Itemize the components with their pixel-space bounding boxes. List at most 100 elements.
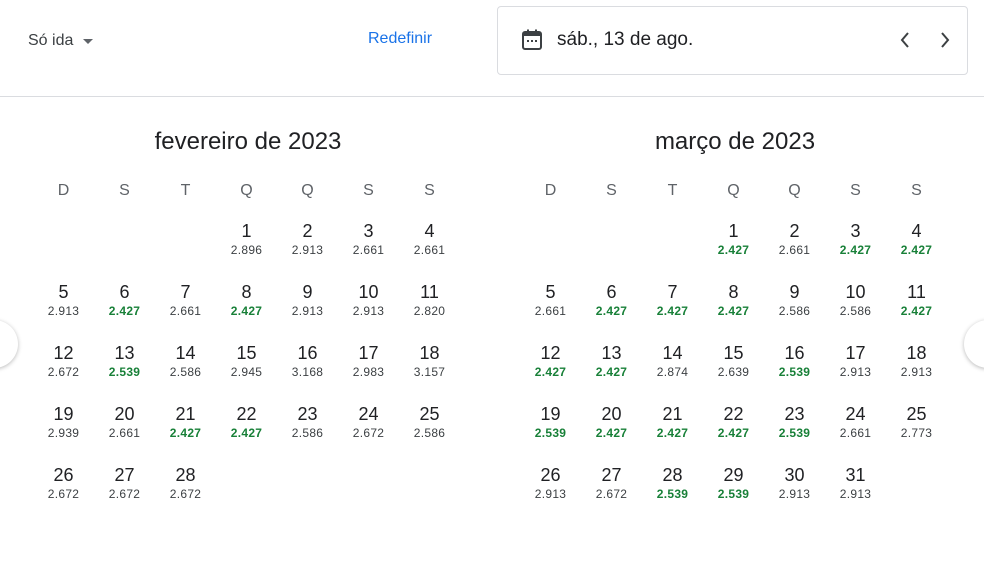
day-cell[interactable]: 28 2.539: [642, 462, 703, 523]
day-cell[interactable]: 1 2.427: [703, 218, 764, 279]
departure-date-field[interactable]: sáb., 13 de ago.: [497, 6, 968, 75]
day-number: 20: [601, 404, 622, 424]
day-price: 2.913: [352, 304, 385, 318]
day-cell[interactable]: 19 2.939: [33, 401, 94, 462]
day-cell[interactable]: 25 2.586: [399, 401, 460, 462]
day-cell[interactable]: 8 2.427: [216, 279, 277, 340]
day-number: 9: [302, 282, 313, 302]
day-price: 3.168: [291, 365, 324, 379]
day-cell[interactable]: 31 2.913: [825, 462, 886, 523]
day-cell[interactable]: 1 2.896: [216, 218, 277, 279]
next-date-button[interactable]: [931, 26, 959, 54]
day-price: 2.661: [534, 304, 567, 318]
day-cell[interactable]: 19 2.539: [520, 401, 581, 462]
day-cell[interactable]: 27 2.672: [581, 462, 642, 523]
day-cell[interactable]: 30 2.913: [764, 462, 825, 523]
day-cell[interactable]: 2 2.913: [277, 218, 338, 279]
previous-months-button[interactable]: [0, 320, 18, 368]
day-cell[interactable]: 13 2.427: [581, 340, 642, 401]
day-price: 2.427: [717, 304, 750, 318]
next-months-button[interactable]: [964, 320, 984, 368]
day-cell[interactable]: 6 2.427: [94, 279, 155, 340]
day-cell[interactable]: 28 2.672: [155, 462, 216, 523]
empty-cell: [94, 218, 155, 279]
weekday-label: D: [57, 182, 70, 199]
day-cell[interactable]: 16 3.168: [277, 340, 338, 401]
day-cell[interactable]: 11 2.820: [399, 279, 460, 340]
day-cell[interactable]: 20 2.427: [581, 401, 642, 462]
day-number: 30: [784, 465, 805, 485]
day-cell[interactable]: 17 2.913: [825, 340, 886, 401]
day-number: 19: [53, 404, 74, 424]
day-cell[interactable]: 9 2.913: [277, 279, 338, 340]
day-number: 12: [540, 343, 561, 363]
day-cell[interactable]: 29 2.539: [703, 462, 764, 523]
day-cell[interactable]: 18 2.913: [886, 340, 947, 401]
day-cell[interactable]: 18 3.157: [399, 340, 460, 401]
day-cell[interactable]: 21 2.427: [642, 401, 703, 462]
day-cell[interactable]: 26 2.913: [520, 462, 581, 523]
day-cell[interactable]: 11 2.427: [886, 279, 947, 340]
day-cell[interactable]: 7 2.427: [642, 279, 703, 340]
day-cell[interactable]: 4 2.661: [399, 218, 460, 279]
day-price: 2.586: [778, 304, 811, 318]
day-cell[interactable]: 23 2.586: [277, 401, 338, 462]
day-price: 2.820: [413, 304, 446, 318]
reset-button[interactable]: Redefinir: [368, 30, 432, 48]
day-number: 16: [297, 343, 318, 363]
day-cell[interactable]: 23 2.539: [764, 401, 825, 462]
trip-type-label: Só ida: [28, 32, 74, 49]
day-cell[interactable]: 3 2.661: [338, 218, 399, 279]
day-number: 28: [175, 465, 196, 485]
day-price: 2.586: [169, 365, 202, 379]
day-price: 2.913: [534, 487, 567, 501]
calendar-header: Só ida Redefinir sáb., 13 de ago.: [0, 0, 984, 97]
day-cell[interactable]: 5 2.913: [33, 279, 94, 340]
day-cell[interactable]: 13 2.539: [94, 340, 155, 401]
day-cell[interactable]: 14 2.586: [155, 340, 216, 401]
day-cell[interactable]: 8 2.427: [703, 279, 764, 340]
day-cell[interactable]: 17 2.983: [338, 340, 399, 401]
day-cell[interactable]: 20 2.661: [94, 401, 155, 462]
day-cell[interactable]: 14 2.874: [642, 340, 703, 401]
day-number: 8: [241, 282, 252, 302]
day-cell[interactable]: 7 2.661: [155, 279, 216, 340]
day-cell[interactable]: 4 2.427: [886, 218, 947, 279]
day-cell[interactable]: 10 2.586: [825, 279, 886, 340]
day-cell[interactable]: 26 2.672: [33, 462, 94, 523]
day-cell[interactable]: 2 2.661: [764, 218, 825, 279]
day-cell[interactable]: 25 2.773: [886, 401, 947, 462]
previous-date-button[interactable]: [891, 26, 919, 54]
day-cell[interactable]: 3 2.427: [825, 218, 886, 279]
empty-cell: [520, 218, 581, 279]
day-price: 2.539: [778, 365, 811, 379]
day-cell[interactable]: 22 2.427: [216, 401, 277, 462]
day-cell[interactable]: 5 2.661: [520, 279, 581, 340]
day-cell[interactable]: 15 2.639: [703, 340, 764, 401]
day-cell[interactable]: 21 2.427: [155, 401, 216, 462]
day-number: 26: [540, 465, 561, 485]
day-cell[interactable]: 12 2.672: [33, 340, 94, 401]
day-cell[interactable]: 24 2.661: [825, 401, 886, 462]
month-title: fevereiro de 2023: [154, 128, 342, 155]
day-cell[interactable]: 12 2.427: [520, 340, 581, 401]
day-cell[interactable]: 10 2.913: [338, 279, 399, 340]
day-cell[interactable]: 16 2.539: [764, 340, 825, 401]
day-number: 10: [845, 282, 866, 302]
day-price: 2.945: [230, 365, 263, 379]
day-cell[interactable]: 6 2.427: [581, 279, 642, 340]
day-price: 2.661: [108, 426, 141, 440]
day-cell[interactable]: 22 2.427: [703, 401, 764, 462]
day-cell[interactable]: 9 2.586: [764, 279, 825, 340]
day-number: 6: [119, 282, 130, 302]
day-cell[interactable]: 15 2.945: [216, 340, 277, 401]
calendar-icon: [522, 29, 542, 50]
day-cell[interactable]: 24 2.672: [338, 401, 399, 462]
day-cell[interactable]: 27 2.672: [94, 462, 155, 523]
trip-type-dropdown[interactable]: Só ida: [28, 30, 94, 52]
day-price: 2.672: [47, 487, 80, 501]
empty-cell: [581, 218, 642, 279]
day-price: 2.661: [169, 304, 202, 318]
day-number: 17: [845, 343, 866, 363]
day-number: 7: [667, 282, 678, 302]
